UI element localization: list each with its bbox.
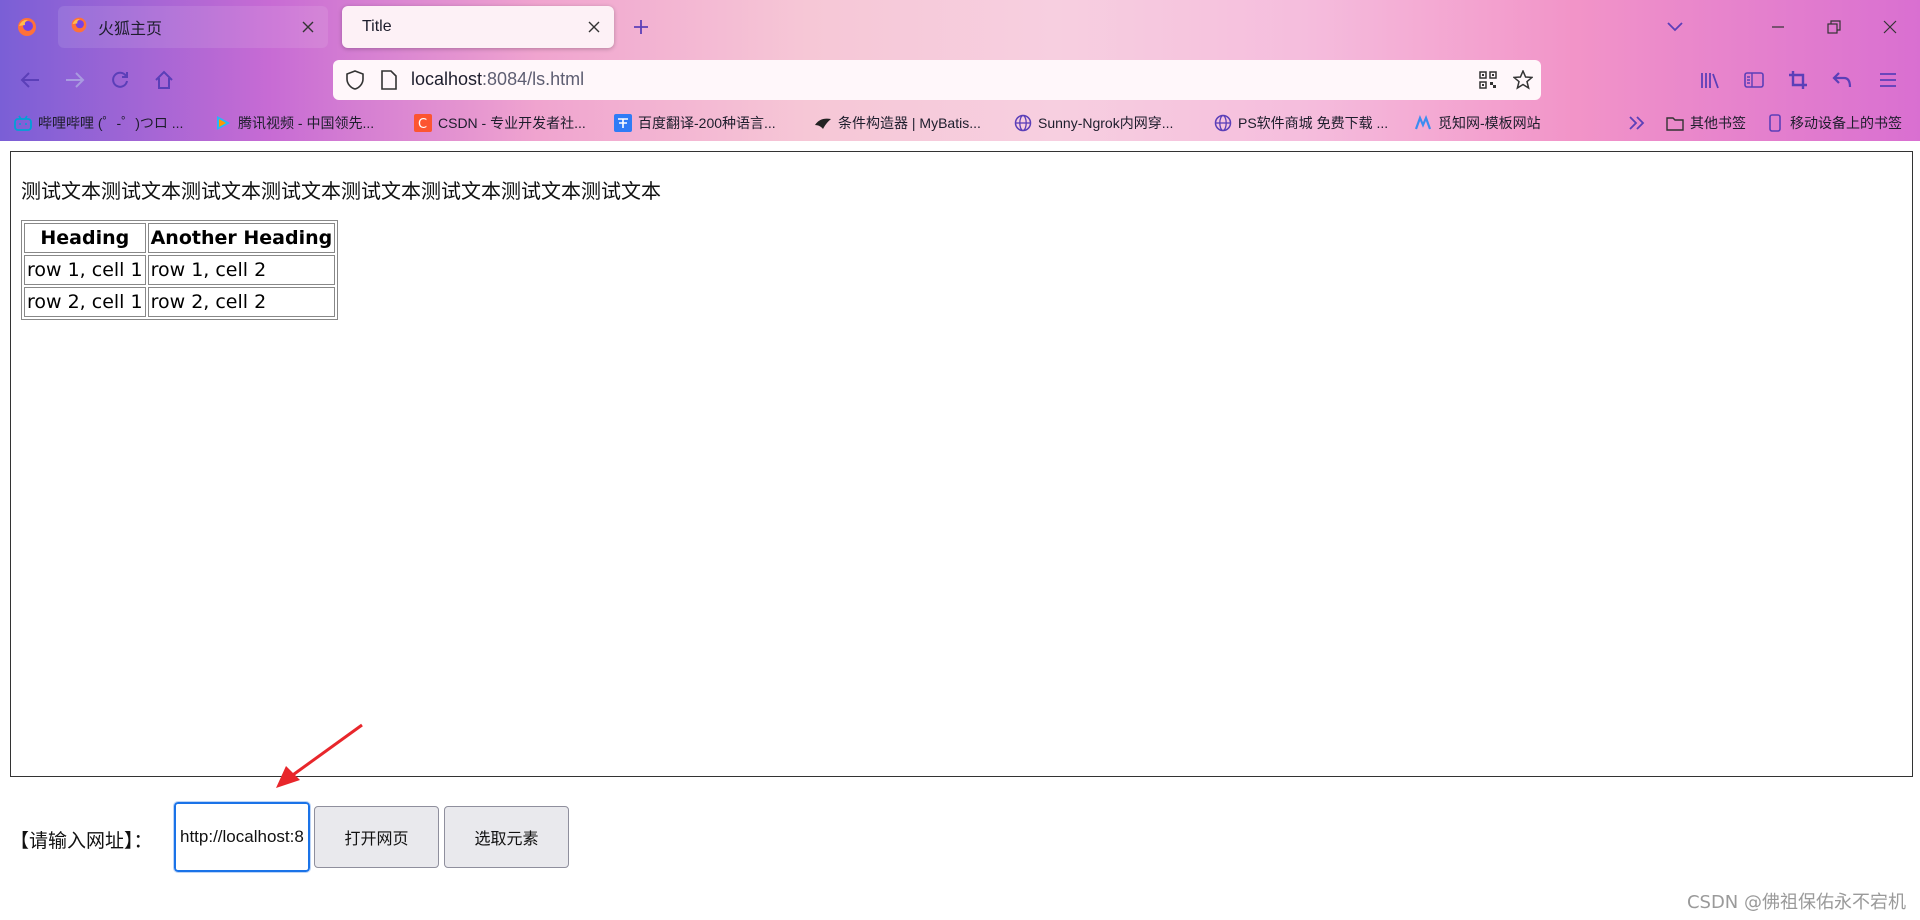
screenshot-crop-icon[interactable]	[1782, 64, 1814, 96]
bookmark-item[interactable]: 百度翻译-200种语言...	[614, 111, 776, 135]
annotation-arrow-icon	[276, 723, 363, 788]
library-icon[interactable]	[1694, 64, 1726, 96]
demo-table: Heading Another Heading row 1, cell 1 ro…	[21, 220, 339, 320]
annotation-arrow-shaft	[289, 723, 363, 779]
address-host: localhost	[411, 69, 483, 89]
pick-element-button[interactable]: 选取元素	[444, 806, 569, 868]
restore-icon[interactable]	[1814, 8, 1854, 46]
annotation-arrow-head	[276, 766, 300, 788]
table-cell: row 1, cell 2	[147, 255, 336, 285]
open-page-button[interactable]: 打开网页	[314, 806, 439, 868]
navigation-toolbar: localhost:8084/ls.html	[0, 54, 1920, 106]
bookmark-item[interactable]: 哔哩哔哩 (゜-゜)つロ ...	[14, 111, 183, 135]
bookmark-item[interactable]: 腾讯视频 - 中国领先...	[214, 111, 374, 135]
bilibili-icon	[14, 114, 32, 132]
mobile-bookmarks[interactable]: 移动设备上的书签	[1766, 111, 1902, 135]
address-bar[interactable]: localhost:8084/ls.html	[333, 60, 1541, 100]
url-controls: 【请输入网址】： 打开网页 选取元素	[0, 800, 1920, 880]
close-icon[interactable]	[586, 19, 602, 35]
bookmark-label: PS软件商城 免费下载 ...	[1238, 115, 1389, 131]
svg-text:C: C	[418, 117, 427, 132]
bookmarks-toolbar: 哔哩哔哩 (゜-゜)つロ ... 腾讯视频 - 中国领先... C CSDN -…	[0, 106, 1920, 141]
iframe-frame[interactable]: 测试文本测试文本测试文本测试文本测试文本测试文本测试文本测试文本 Heading…	[10, 151, 1913, 777]
minimize-icon[interactable]	[1758, 8, 1798, 46]
page-info-icon[interactable]	[377, 68, 401, 92]
table-header: Another Heading	[147, 223, 336, 253]
table-header-row: Heading Another Heading	[24, 223, 336, 253]
plus-icon[interactable]	[628, 14, 654, 40]
table-cell: row 2, cell 2	[147, 287, 336, 317]
mobile-bookmarks-label: 移动设备上的书签	[1790, 115, 1902, 131]
double-chevron-right-icon[interactable]	[1628, 111, 1646, 135]
bookmark-item[interactable]: Sunny-Ngrok内网穿...	[1014, 111, 1173, 135]
qr-code-icon[interactable]	[1476, 68, 1500, 92]
url-input[interactable]	[173, 801, 311, 873]
baidu-translate-icon	[614, 114, 632, 132]
bookmark-label: 百度翻译-200种语言...	[638, 115, 776, 131]
bookmark-item[interactable]: PS软件商城 免费下载 ...	[1214, 111, 1388, 135]
star-icon[interactable]	[1511, 68, 1535, 92]
close-icon[interactable]	[300, 19, 316, 35]
browser-chrome: 火狐主页 Title localhost:8084/ls.html 哔哩哔哩 (…	[0, 0, 1920, 141]
globe-icon	[1214, 114, 1232, 132]
bookmark-item[interactable]: 条件构造器 | MyBatis...	[814, 111, 981, 135]
table-row: row 2, cell 1 row 2, cell 2	[24, 287, 336, 317]
bookmark-label: Sunny-Ngrok内网穿...	[1038, 115, 1174, 131]
globe-icon	[1014, 114, 1032, 132]
forward-arrow-icon[interactable]	[59, 64, 91, 96]
tab-title: 火狐主页	[98, 21, 163, 38]
watermark: CSDN @佛祖保佑永不宕机	[1686, 892, 1906, 913]
table-header: Heading	[24, 223, 146, 253]
folder-icon	[1666, 114, 1684, 132]
bookmark-label: 觅知网-模板网站	[1438, 115, 1541, 131]
tencent-video-icon	[214, 114, 232, 132]
bookmark-item[interactable]: 觅知网-模板网站	[1414, 111, 1541, 135]
bookmark-label: 哔哩哔哩 (゜-゜)つロ ...	[38, 115, 184, 131]
table-cell: row 1, cell 1	[24, 255, 146, 285]
tab-bar: 火狐主页 Title	[0, 0, 1920, 54]
mobile-device-icon	[1766, 114, 1784, 132]
csdn-icon: C	[414, 114, 432, 132]
tab-firefox-home[interactable]: 火狐主页	[58, 6, 328, 48]
mizhi-icon	[1414, 114, 1432, 132]
reload-icon[interactable]	[104, 64, 136, 96]
bookmark-item[interactable]: C CSDN - 专业开发者社...	[414, 111, 586, 135]
other-bookmarks-label: 其他书签	[1690, 115, 1746, 131]
tab-title: Title	[362, 18, 392, 35]
close-window-icon[interactable]	[1870, 8, 1910, 46]
url-label: 【请输入网址】：	[10, 830, 153, 852]
bookmark-label: CSDN - 专业开发者社...	[438, 115, 586, 131]
tab-title-page[interactable]: Title	[342, 6, 614, 48]
back-arrow-icon[interactable]	[14, 64, 46, 96]
other-bookmarks[interactable]: 其他书签	[1666, 111, 1746, 135]
firefox-menu-icon[interactable]	[0, 0, 54, 54]
firefox-icon	[70, 16, 88, 39]
undo-icon[interactable]	[1826, 64, 1858, 96]
sidebar-icon[interactable]	[1738, 64, 1770, 96]
table-cell: row 2, cell 1	[24, 287, 146, 317]
hamburger-menu-icon[interactable]	[1872, 64, 1904, 96]
shield-icon[interactable]	[343, 68, 367, 92]
bookmark-label: 腾讯视频 - 中国领先...	[238, 115, 375, 131]
bookmark-label: 条件构造器 | MyBatis...	[838, 115, 981, 131]
table-row: row 1, cell 1 row 1, cell 2	[24, 255, 336, 285]
mybatis-icon	[814, 114, 832, 132]
address-text: localhost:8084/ls.html	[411, 69, 584, 90]
home-icon[interactable]	[148, 64, 180, 96]
address-path: :8084/ls.html	[482, 69, 585, 89]
chevron-down-icon[interactable]	[1660, 14, 1690, 40]
iframe-test-text: 测试文本测试文本测试文本测试文本测试文本测试文本测试文本测试文本	[21, 179, 661, 203]
